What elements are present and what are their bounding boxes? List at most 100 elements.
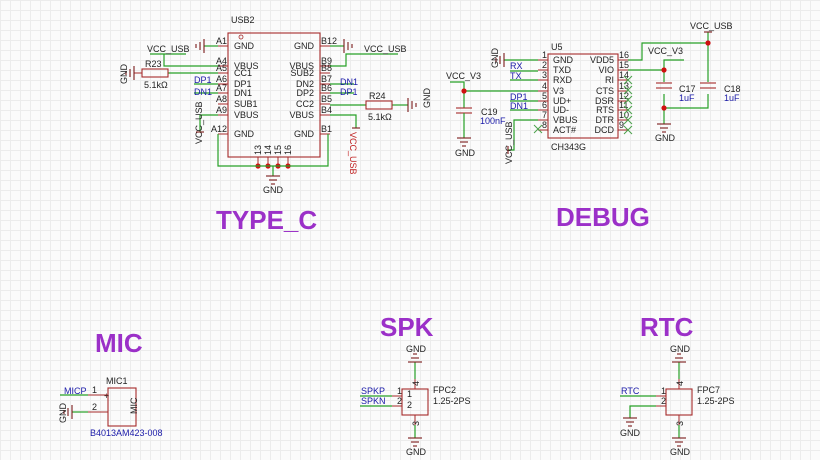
ground-icon: GND — [406, 437, 427, 457]
u5-pin-number: 10 — [619, 110, 629, 120]
fpc7-pin-3: 3 — [675, 421, 685, 426]
junction-dot — [661, 105, 667, 111]
u5-pin-name: VBUS — [553, 115, 578, 125]
junction-dot — [461, 88, 467, 94]
fpc2-pin-3: 3 — [411, 421, 421, 426]
u5-pin-name: DTR — [596, 115, 615, 125]
ground-icon: GND — [655, 123, 676, 143]
u5-pin-name: RXD — [553, 75, 573, 85]
net-gnd-label: GND — [263, 185, 284, 195]
net-gnd-label: GND — [620, 428, 641, 438]
u5-pin-number: 4 — [542, 81, 547, 91]
usb2-pin-name: SUB1 — [234, 99, 258, 109]
net-vcc-usb-label: VCC_USB — [504, 121, 514, 164]
usb2-pin-name: SUB2 — [290, 68, 314, 78]
net-gnd-label: GND — [670, 344, 691, 354]
net-vcc-usb-label: VCC_USB — [194, 101, 204, 144]
usb2-pin-number: A8 — [216, 94, 227, 104]
u5-pin-name: DCD — [595, 125, 615, 135]
usb2-pin-number: A9 — [216, 105, 227, 115]
section-title-debug: DEBUG — [556, 202, 650, 232]
net-rx-label: RX — [510, 61, 523, 71]
u5-ref: U5 — [551, 42, 563, 52]
capacitor-c17[interactable]: C17 1uF — [656, 82, 696, 103]
u5-pin-name: TXD — [553, 65, 572, 75]
usb2-ref: USB2 — [231, 15, 255, 25]
net-vcc-usb-label: VCC_USB — [364, 44, 407, 54]
junction-dot — [661, 67, 667, 73]
mic1-body-label: MIC — [129, 397, 139, 414]
net-dn1-label: DN1 — [510, 101, 528, 111]
usb2-pin-16: 16 — [283, 145, 293, 155]
fpc7-part: 1.25-2PS — [697, 396, 735, 406]
u5-pin-name: V3 — [553, 86, 564, 96]
net-tx-label: TX — [510, 71, 522, 81]
usb2-pin-15: 15 — [273, 145, 283, 155]
fpc2-connector[interactable]: 1 2 3 4 1 2 FPC2 1.25-2PS — [392, 379, 471, 426]
ground-icon: GND — [407, 88, 432, 112]
u5-pin-number: 2 — [542, 60, 547, 70]
ground-icon: GND — [620, 417, 641, 438]
fpc2-inner-2: 2 — [407, 400, 412, 410]
fpc2-body — [401, 388, 429, 416]
usb2-pin-name: GND — [234, 41, 255, 51]
mic1-ref: MIC1 — [106, 376, 128, 386]
ground-icon: GND — [490, 48, 505, 69]
usb2-pin-name: VBUS — [234, 110, 259, 120]
usb2-pin-name: DP2 — [296, 88, 314, 98]
net-gnd-label: GND — [422, 88, 432, 109]
schematic: TYPE_C DEBUG MIC SPK RTC USB2 A1 GNDA4 VBU… — [58, 15, 741, 457]
u5-pin-name: RI — [605, 75, 614, 85]
resistor-r24[interactable]: R24 5.1kΩ — [365, 91, 393, 122]
fpc7-pin-4: 4 — [675, 381, 685, 386]
u5-pin-name: CTS — [596, 86, 614, 96]
u5-pin-number: 8 — [542, 120, 547, 130]
net-vcc-v3-label: VCC_V3 — [648, 46, 683, 56]
u5-pin-number: 3 — [542, 70, 547, 80]
net-gnd-label: GND — [119, 64, 129, 85]
r24-value: 5.1kΩ — [368, 112, 392, 122]
fpc2-pin-1: 1 — [397, 386, 402, 396]
usb2-pin-name: GND — [294, 41, 315, 51]
pin1-marker-icon — [238, 34, 244, 40]
u5-right-pins: 16VDD5 15VIO 14RI13CTS 12DSR 11RTS 10DTR 9DCD — [590, 50, 629, 135]
net-dn1-label: DN1 — [194, 87, 212, 97]
ground-icon: GND — [119, 64, 135, 85]
u5-ic[interactable]: U5 CH343G 1 GND2 TXD3 RXD4 V35 UD+6 UD-7 VBUS8 A… — [538, 42, 629, 152]
u5-pin-name: VIO — [598, 65, 614, 75]
ground-icon — [195, 39, 205, 53]
usb2-left-pins: A1 GNDA4 VBUSA5 CC1A6 DP1A7 DN1A8 SUB1A9 VBUSA1… — [211, 36, 259, 139]
u5-pin-name: GND — [553, 55, 574, 65]
c19-value: 100nF — [480, 116, 506, 126]
c17-value: 1uF — [679, 93, 695, 103]
mic1-pin-2: 2 — [92, 402, 97, 412]
u5-pin-number: 15 — [619, 60, 629, 70]
ground-icon — [343, 39, 353, 53]
net-gnd-label: GND — [455, 148, 476, 158]
usb2-connector[interactable]: USB2 A1 GNDA4 VBUSA5 CC1A6 DP1A7 DN1A8 SUB1A9 V… — [211, 15, 337, 169]
u5-pin-number: 9 — [619, 120, 624, 130]
usb2-pin-number: B5 — [321, 94, 332, 104]
u5-part: CH343G — [551, 142, 586, 152]
net-gnd-label: GND — [490, 48, 500, 69]
section-title-spk: SPK — [380, 312, 434, 342]
fpc7-connector[interactable]: 1 2 3 4 FPC7 1.25-2PS — [656, 379, 735, 426]
mic1-component[interactable]: MIC1 MIC + 1 2 B4013AM423-008 — [88, 376, 163, 438]
fpc7-pin-1: 1 — [661, 386, 666, 396]
usb2-pin-number: A12 — [211, 124, 227, 134]
net-gnd-label: GND — [406, 344, 427, 354]
usb2-bottom-pins: 13 14 15 16 — [253, 145, 293, 166]
u5-pin-number: 6 — [542, 100, 547, 110]
net-rtc-label: RTC — [621, 386, 640, 396]
u5-pin-name: ACT# — [553, 125, 576, 135]
capacitor-c18[interactable]: C18 1uF — [700, 82, 741, 103]
u5-left-pins: 1 GND2 TXD3 RXD4 V35 UD+6 UD-7 VBUS8 ACT# — [538, 50, 578, 135]
usb2-pin-name: GND — [234, 129, 255, 139]
usb2-pin-number: B8 — [321, 63, 332, 73]
fpc2-part: 1.25-2PS — [433, 396, 471, 406]
resistor-r23[interactable]: R23 5.1kΩ — [134, 59, 169, 90]
u5-pin-number: 1 — [542, 50, 547, 60]
capacitor-c19[interactable]: C19 100nF — [456, 107, 506, 138]
section-title-type-c: TYPE_C — [216, 205, 317, 235]
mic1-part: B4013AM423-008 — [90, 428, 163, 438]
